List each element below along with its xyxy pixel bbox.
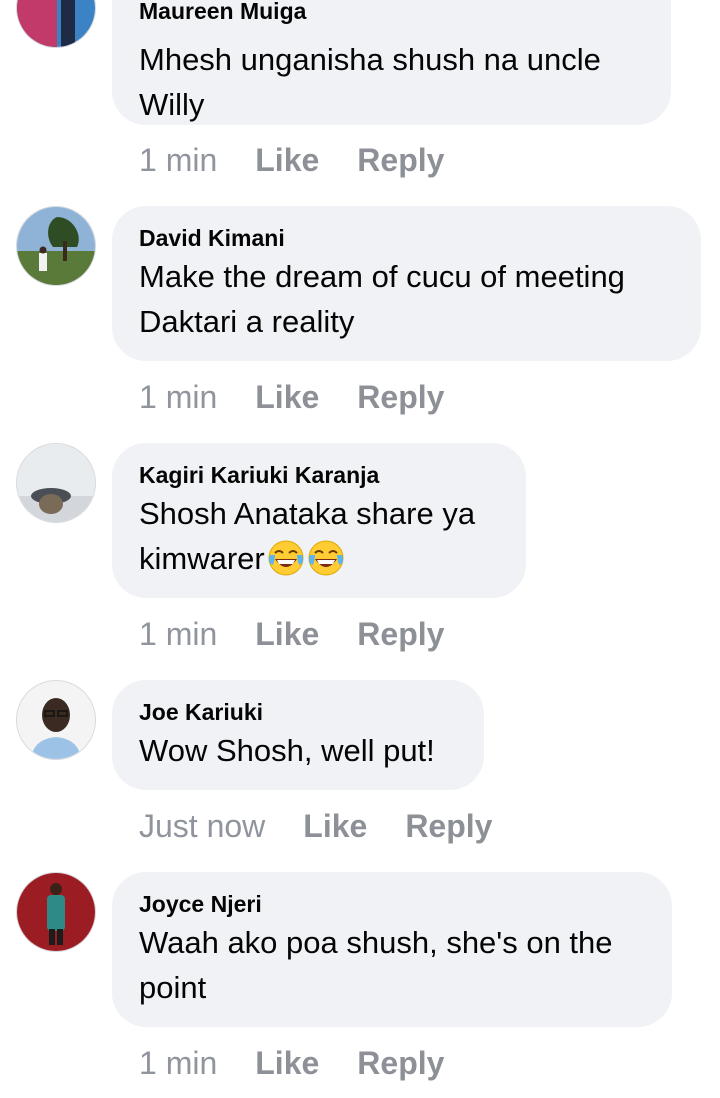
comment-timestamp[interactable]: 1 min (139, 1045, 217, 1081)
comment-meta: 1 min Like Reply (139, 616, 482, 652)
avatar[interactable] (17, 207, 95, 285)
comment-meta: 1 min Like Reply (139, 379, 482, 415)
comment-author[interactable]: David Kimani (139, 224, 675, 252)
comment-text-line: Waah ako poa shush, she's on the (139, 925, 613, 960)
comment-timestamp[interactable]: Just now (139, 808, 265, 844)
comment-author[interactable]: Kagiri Kariuki Karanja (139, 461, 500, 489)
comment-text-line: Daktari a reality (139, 304, 355, 339)
comment-author[interactable]: Joyce Njeri (139, 890, 646, 918)
comment-text-line-with-emoji: kimwarer (139, 536, 500, 581)
comment-meta: 1 min Like Reply (139, 1045, 482, 1081)
avatar[interactable] (17, 873, 95, 951)
reply-button[interactable]: Reply (357, 379, 444, 415)
comment-text-line: Wow Shosh, well put! (139, 733, 435, 768)
comment-bubble[interactable]: Joyce Njeri Waah ako poa shush, she's on… (112, 872, 672, 1027)
comment-timestamp[interactable]: 1 min (139, 616, 217, 652)
reply-button[interactable]: Reply (357, 1045, 444, 1081)
like-button[interactable]: Like (255, 379, 319, 415)
comment-author[interactable]: Joe Kariuki (139, 698, 458, 726)
like-button[interactable]: Like (255, 1045, 319, 1081)
avatar[interactable] (17, 0, 95, 47)
comment-text-line: Make the dream of cucu of meeting (139, 259, 625, 294)
like-button[interactable]: Like (303, 808, 367, 844)
like-button[interactable]: Like (255, 142, 319, 178)
face-with-tears-of-joy-icon (307, 539, 345, 577)
face-with-tears-of-joy-icon (267, 539, 305, 577)
comment-text-line: Mhesh unganisha shush na uncle (139, 42, 601, 77)
avatar-photo-icon (17, 207, 95, 285)
comment-text-line: point (139, 970, 207, 1005)
comment-text: Shosh Anataka share ya kimwarer (139, 491, 500, 581)
comment-text-line: Willy (139, 87, 205, 122)
comment-text: Wow Shosh, well put! (139, 728, 458, 773)
comment-meta: 1 min Like Reply (139, 142, 482, 178)
comment-bubble[interactable]: Kagiri Kariuki Karanja Shosh Anataka sha… (112, 443, 526, 598)
comment-meta: Just now Like Reply (139, 808, 530, 844)
comment-bubble[interactable]: Joe Kariuki Wow Shosh, well put! (112, 680, 484, 790)
avatar-photo-icon (17, 873, 95, 951)
comment-text: Mhesh unganisha shush na uncle Willy (139, 37, 645, 127)
comment-author[interactable]: Maureen Muiga (139, 0, 645, 25)
avatar-photo-icon (17, 0, 95, 47)
like-button[interactable]: Like (255, 616, 319, 652)
reply-button[interactable]: Reply (357, 616, 444, 652)
comment-timestamp[interactable]: 1 min (139, 142, 217, 178)
comment-text-line: Shosh Anataka share ya (139, 496, 476, 531)
comment-bubble[interactable]: Maureen Muiga Mhesh unganisha shush na u… (112, 0, 671, 125)
comment-text: Waah ako poa shush, she's on the point (139, 920, 646, 1010)
comment-text: Make the dream of cucu of meeting Daktar… (139, 254, 675, 344)
avatar-photo-icon (17, 444, 95, 522)
avatar[interactable] (17, 444, 95, 522)
avatar[interactable] (17, 681, 95, 759)
reply-button[interactable]: Reply (405, 808, 492, 844)
comment-bubble[interactable]: David Kimani Make the dream of cucu of m… (112, 206, 701, 361)
comment-timestamp[interactable]: 1 min (139, 379, 217, 415)
reply-button[interactable]: Reply (357, 142, 444, 178)
comment-text-fragment: kimwarer (139, 541, 265, 576)
avatar-photo-icon (17, 681, 95, 759)
